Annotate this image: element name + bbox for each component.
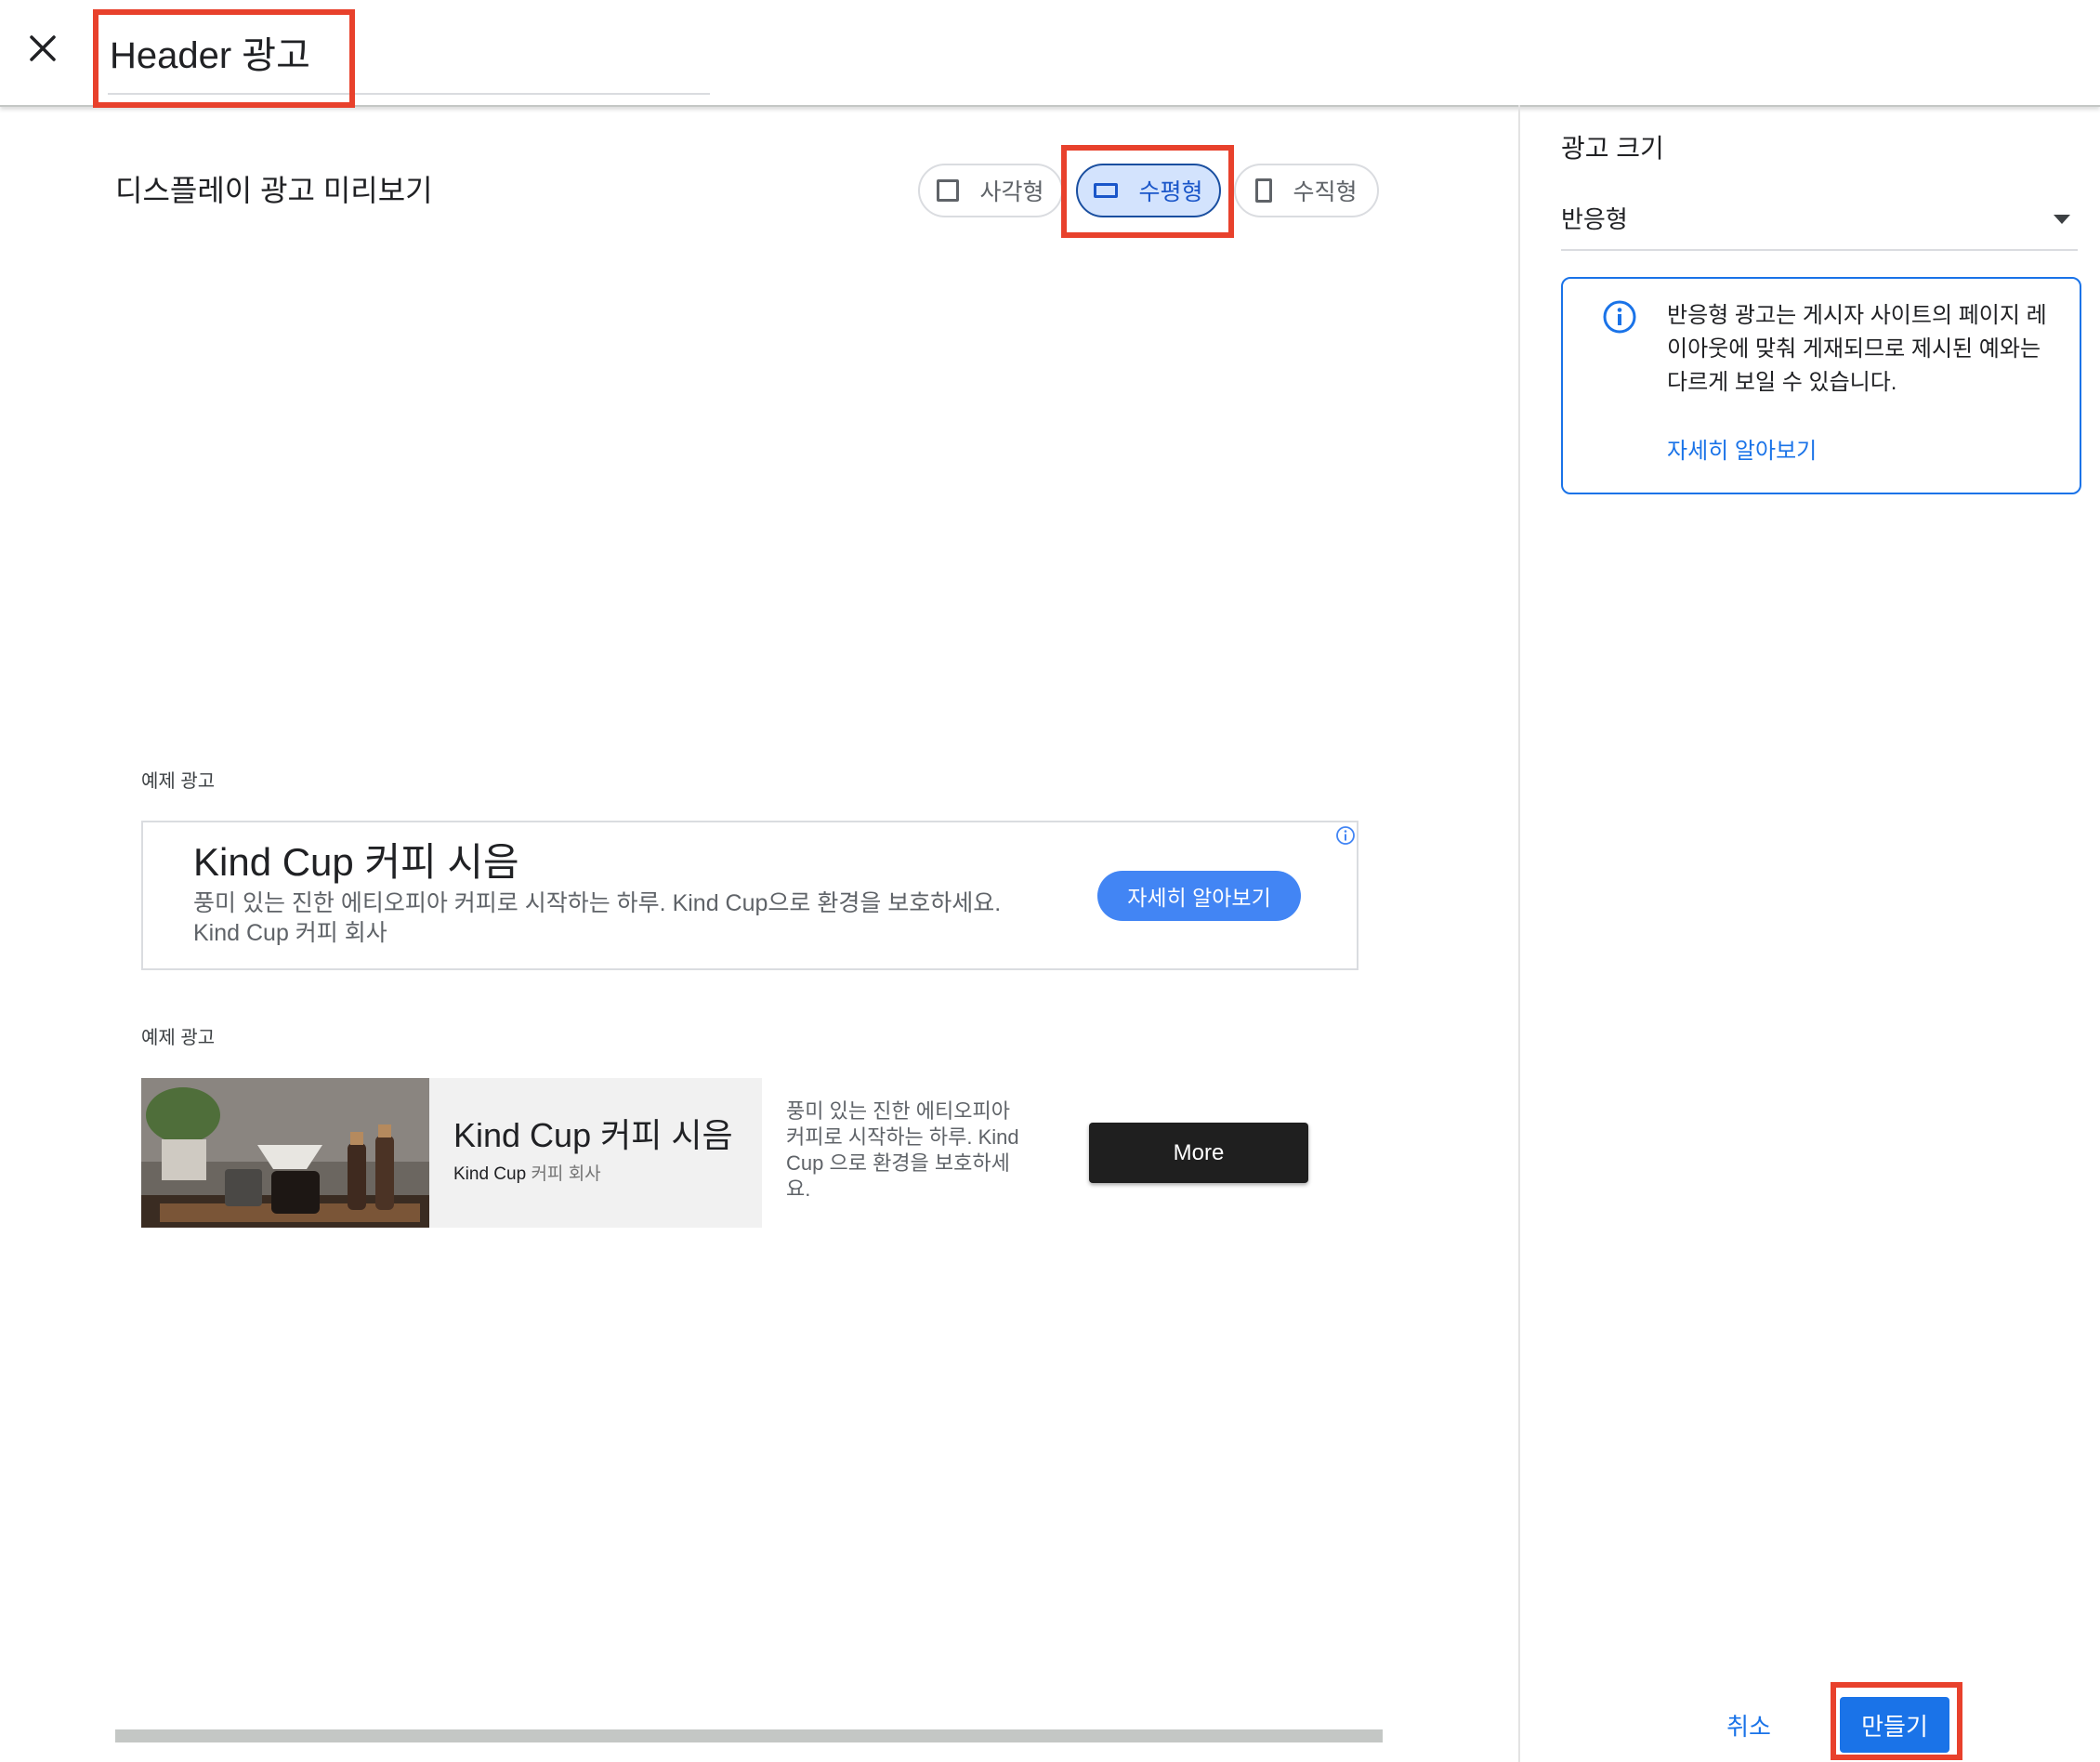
highlight-box-title (93, 9, 355, 108)
ad-description: 풍미 있는 진한 에티오피아 커피로 시작하는 하루. Kind Cup으로 환… (193, 890, 1002, 946)
shape-option-square[interactable]: 사각형 (918, 164, 1063, 217)
dropdown-arrow-icon[interactable] (2054, 215, 2070, 224)
close-button[interactable] (19, 24, 67, 72)
horizontal-scrollbar[interactable] (115, 1729, 1383, 1742)
coffee-photo-image (141, 1078, 429, 1228)
ad-advertiser: Kind Cup 커피 회사 (453, 1160, 601, 1185)
ad-headline: Kind Cup 커피 시음 (193, 840, 519, 884)
ad-advertiser-rest: 커피 회사 (526, 1164, 601, 1184)
ad-size-title: 광고 크기 (1561, 134, 1664, 163)
ad-info-icon[interactable] (1335, 825, 1356, 846)
vertical-rectangle-icon (1255, 178, 1273, 203)
shape-option-label: 사각형 (979, 179, 1044, 205)
learn-more-link[interactable]: 자세히 알아보기 (1667, 433, 1817, 470)
ad-advertiser-brand: Kind Cup (453, 1164, 527, 1184)
sample-ad-label: 예제 광고 (141, 1028, 216, 1048)
cancel-button[interactable]: 취소 (1712, 1699, 1786, 1751)
pane-divider (1518, 105, 1520, 1762)
ad-more-button[interactable]: More (1089, 1123, 1308, 1183)
shape-option-label: 수직형 (1293, 179, 1358, 205)
ad-headline: Kind Cup 커피 시음 (453, 1116, 733, 1154)
square-icon (937, 179, 960, 202)
ad-size-dropdown[interactable] (1561, 195, 2078, 251)
sample-ad-label: 예제 광고 (141, 771, 216, 792)
ad-description: 풍미 있는 진한 에티오피아 커피로 시작하는 하루. Kind Cup 으로 … (786, 1099, 1019, 1201)
highlight-box-horizontal (1061, 145, 1234, 238)
highlight-box-create (1831, 1682, 1962, 1760)
ad-size-selected-value[interactable]: 반응형 (1561, 201, 1628, 238)
close-icon (30, 35, 56, 61)
ad-cta-button[interactable]: 자세히 알아보기 (1097, 871, 1301, 921)
info-text: 반응형 광고는 게시자 사이트의 페이지 레이아웃에 맞춰 게재되므로 제시된 … (1667, 303, 2047, 395)
shape-option-vertical[interactable]: 수직형 (1234, 164, 1379, 217)
info-icon (1603, 300, 1636, 334)
preview-title: 디스플레이 광고 미리보기 (115, 174, 433, 207)
